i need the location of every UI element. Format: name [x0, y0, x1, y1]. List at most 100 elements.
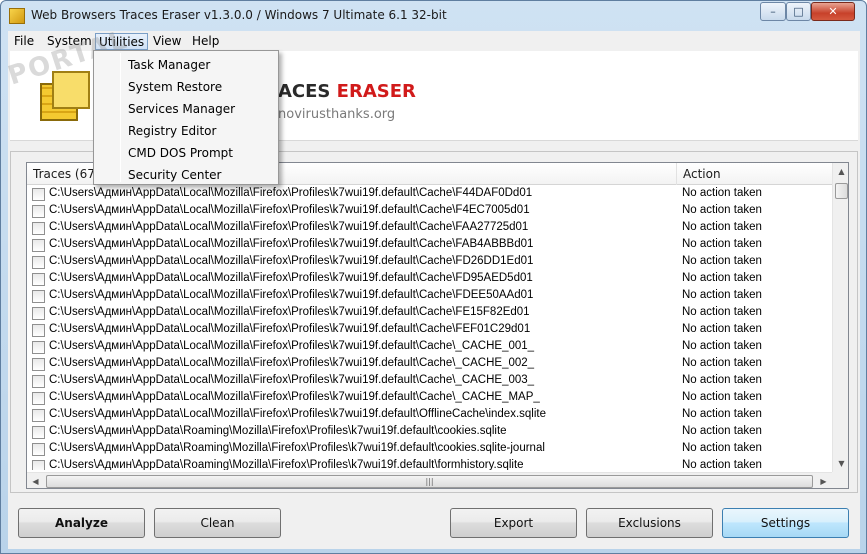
trace-action: No action taken — [682, 272, 762, 284]
trace-action: No action taken — [682, 459, 762, 470]
menu-item-task-manager[interactable]: Task Manager — [96, 54, 276, 76]
trace-action: No action taken — [682, 408, 762, 420]
menu-item-registry-editor[interactable]: Registry Editor — [96, 120, 276, 142]
row-checkbox[interactable] — [32, 426, 45, 439]
trace-path: C:\Users\Админ\AppData\Roaming\Mozilla\F… — [49, 459, 524, 470]
utilities-dropdown-menu: Task Manager System Restore Services Man… — [93, 50, 279, 185]
list-item[interactable]: C:\Users\Админ\AppData\Roaming\Mozilla\F… — [27, 441, 832, 458]
menu-bar: File System Utilities View Help — [8, 31, 860, 51]
horizontal-scroll-thumb[interactable]: ||| — [46, 475, 813, 488]
exclusions-button[interactable]: Exclusions — [586, 508, 713, 538]
trace-action: No action taken — [682, 238, 762, 250]
scroll-up-icon[interactable]: ▲ — [833, 163, 848, 180]
brand-url: novirusthanks.org — [278, 107, 396, 122]
list-item[interactable]: C:\Users\Админ\AppData\Local\Mozilla\Fir… — [27, 220, 832, 237]
trace-path: C:\Users\Админ\AppData\Local\Mozilla\Fir… — [49, 306, 530, 318]
trace-action: No action taken — [682, 425, 762, 437]
trace-action: No action taken — [682, 323, 762, 335]
trace-action: No action taken — [682, 442, 762, 454]
list-item[interactable]: C:\Users\Админ\AppData\Roaming\Mozilla\F… — [27, 458, 832, 470]
export-button[interactable]: Export — [450, 508, 577, 538]
row-checkbox[interactable] — [32, 324, 45, 337]
trace-path: C:\Users\Админ\AppData\Roaming\Mozilla\F… — [49, 425, 507, 437]
row-checkbox[interactable] — [32, 290, 45, 303]
menu-file[interactable]: File — [11, 33, 37, 50]
trace-action: No action taken — [682, 340, 762, 352]
clean-button[interactable]: Clean — [154, 508, 281, 538]
minimize-button[interactable]: – — [760, 2, 786, 21]
menu-item-cmd-dos-prompt[interactable]: CMD DOS Prompt — [96, 142, 276, 164]
trace-action: No action taken — [682, 255, 762, 267]
horizontal-scrollbar[interactable]: ◀ ||| ▶ — [27, 472, 832, 488]
list-item[interactable]: C:\Users\Админ\AppData\Local\Mozilla\Fir… — [27, 203, 832, 220]
title-bar[interactable]: Web Browsers Traces Eraser v1.3.0.0 / Wi… — [1, 1, 866, 31]
menu-help[interactable]: Help — [189, 33, 222, 50]
scroll-right-icon[interactable]: ▶ — [815, 473, 832, 488]
trace-action: No action taken — [682, 204, 762, 216]
trace-path: C:\Users\Админ\AppData\Local\Mozilla\Fir… — [49, 357, 535, 369]
row-checkbox[interactable] — [32, 273, 45, 286]
menu-view[interactable]: View — [150, 33, 184, 50]
analyze-button[interactable]: Analyze — [18, 508, 145, 538]
trace-path: C:\Users\Админ\AppData\Roaming\Mozilla\F… — [49, 442, 545, 454]
list-item[interactable]: C:\Users\Админ\AppData\Local\Mozilla\Fir… — [27, 305, 832, 322]
trace-path: C:\Users\Админ\AppData\Local\Mozilla\Fir… — [49, 255, 534, 267]
vertical-scroll-thumb[interactable] — [835, 183, 848, 199]
trace-path: C:\Users\Админ\AppData\Local\Mozilla\Fir… — [49, 221, 529, 233]
row-checkbox[interactable] — [32, 222, 45, 235]
trace-path: C:\Users\Админ\AppData\Local\Mozilla\Fir… — [49, 408, 546, 420]
close-button[interactable]: ✕ — [811, 2, 855, 21]
row-checkbox[interactable] — [32, 239, 45, 252]
list-rows: C:\Users\Админ\AppData\Local\Mozilla\Fir… — [27, 186, 832, 470]
row-checkbox[interactable] — [32, 392, 45, 405]
scroll-left-icon[interactable]: ◀ — [27, 473, 44, 488]
list-item[interactable]: C:\Users\Админ\AppData\Local\Mozilla\Fir… — [27, 390, 832, 407]
row-checkbox[interactable] — [32, 409, 45, 422]
trace-path: C:\Users\Админ\AppData\Local\Mozilla\Fir… — [49, 289, 534, 301]
list-item[interactable]: C:\Users\Админ\AppData\Local\Mozilla\Fir… — [27, 373, 832, 390]
brand-title: ACES ERASER — [278, 81, 416, 102]
row-checkbox[interactable] — [32, 205, 45, 218]
row-checkbox[interactable] — [32, 443, 45, 456]
list-item[interactable]: C:\Users\Админ\AppData\Local\Mozilla\Fir… — [27, 339, 832, 356]
row-checkbox[interactable] — [32, 341, 45, 354]
row-checkbox[interactable] — [32, 358, 45, 371]
trace-action: No action taken — [682, 187, 762, 199]
trace-action: No action taken — [682, 289, 762, 301]
trace-path: C:\Users\Админ\AppData\Local\Mozilla\Fir… — [49, 204, 530, 216]
row-checkbox[interactable] — [32, 460, 45, 470]
settings-button[interactable]: Settings — [722, 508, 849, 538]
traces-list[interactable]: Traces (6724 Action C:\Users\Админ\AppDa… — [26, 162, 849, 489]
list-item[interactable]: C:\Users\Админ\AppData\Local\Mozilla\Fir… — [27, 322, 832, 339]
scroll-down-icon[interactable]: ▼ — [833, 455, 848, 472]
trace-action: No action taken — [682, 374, 762, 386]
app-icon — [9, 8, 25, 24]
menu-item-system-restore[interactable]: System Restore — [96, 76, 276, 98]
trace-action: No action taken — [682, 221, 762, 233]
menu-utilities[interactable]: Utilities — [95, 33, 149, 50]
logo-icon — [40, 71, 92, 123]
maximize-button[interactable]: □ — [786, 2, 811, 21]
trace-action: No action taken — [682, 306, 762, 318]
row-checkbox[interactable] — [32, 375, 45, 388]
list-item[interactable]: C:\Users\Админ\AppData\Roaming\Mozilla\F… — [27, 424, 832, 441]
list-item[interactable]: C:\Users\Админ\AppData\Local\Mozilla\Fir… — [27, 254, 832, 271]
list-item[interactable]: C:\Users\Админ\AppData\Local\Mozilla\Fir… — [27, 356, 832, 373]
menu-system[interactable]: System — [44, 33, 95, 50]
column-header-action[interactable]: Action — [677, 163, 832, 185]
window-title: Web Browsers Traces Eraser v1.3.0.0 / Wi… — [31, 8, 447, 22]
list-item[interactable]: C:\Users\Админ\AppData\Local\Mozilla\Fir… — [27, 186, 832, 203]
vertical-scrollbar[interactable]: ▲ ▼ — [832, 163, 848, 472]
trace-path: C:\Users\Админ\AppData\Local\Mozilla\Fir… — [49, 187, 533, 199]
list-item[interactable]: C:\Users\Админ\AppData\Local\Mozilla\Fir… — [27, 237, 832, 254]
menu-item-security-center[interactable]: Security Center — [96, 164, 276, 186]
traces-group: Traces (6724 Action C:\Users\Админ\AppDa… — [10, 151, 858, 493]
row-checkbox[interactable] — [32, 307, 45, 320]
list-item[interactable]: C:\Users\Админ\AppData\Local\Mozilla\Fir… — [27, 288, 832, 305]
list-item[interactable]: C:\Users\Админ\AppData\Local\Mozilla\Fir… — [27, 271, 832, 288]
row-checkbox[interactable] — [32, 188, 45, 201]
menu-item-services-manager[interactable]: Services Manager — [96, 98, 276, 120]
row-checkbox[interactable] — [32, 256, 45, 269]
app-window: Web Browsers Traces Eraser v1.3.0.0 / Wi… — [0, 0, 867, 554]
list-item[interactable]: C:\Users\Админ\AppData\Local\Mozilla\Fir… — [27, 407, 832, 424]
